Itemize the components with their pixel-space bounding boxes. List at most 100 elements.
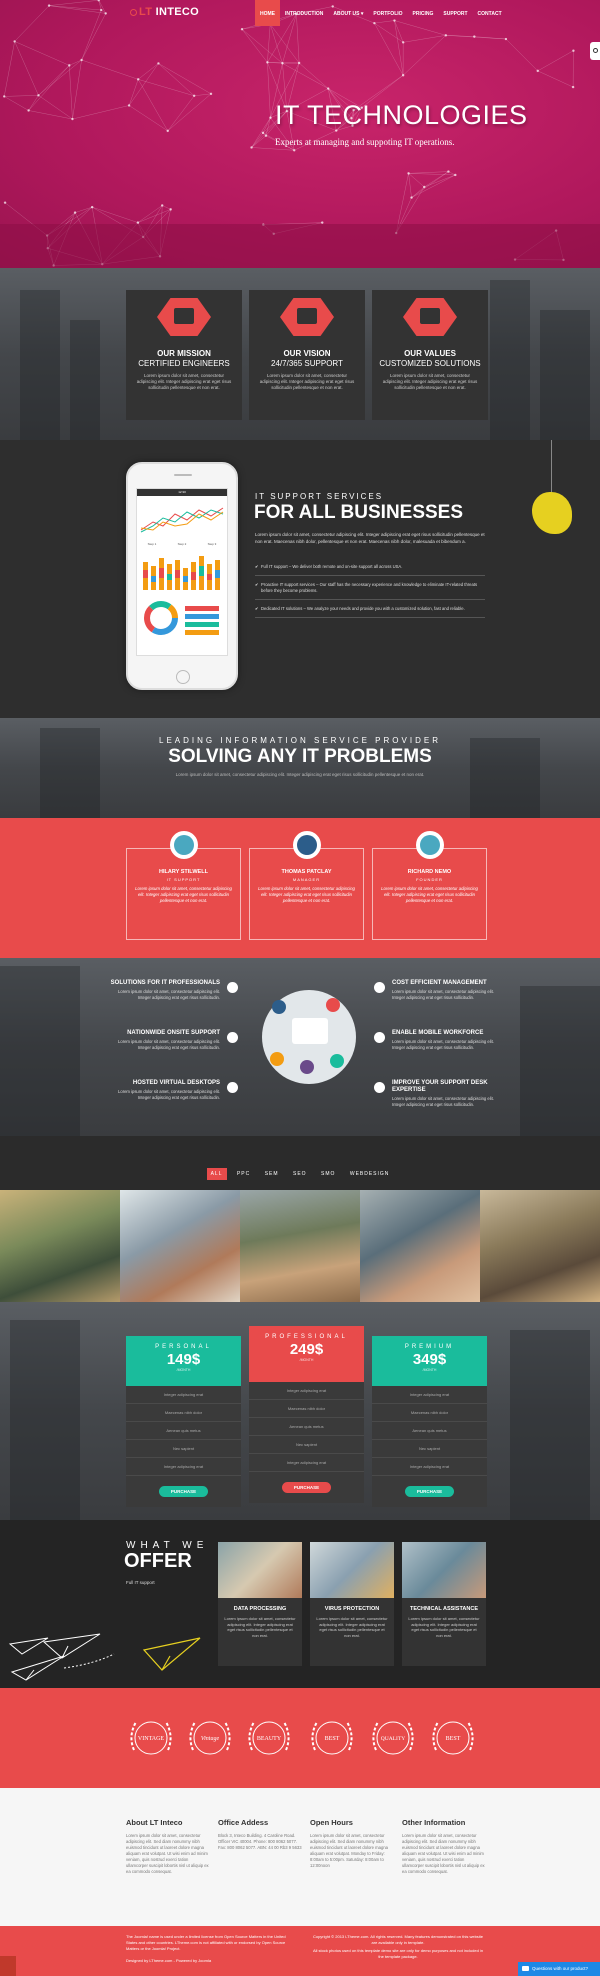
avatar [416, 831, 444, 859]
filter-seo[interactable]: SEO [289, 1168, 311, 1180]
offer-section: WHAT WE OFFER Full IT support DATA PROCE… [0, 1520, 600, 1688]
portfolio-photo[interactable] [360, 1190, 480, 1302]
pricing-header: PROFESSIONAL 249$ /MONTH [249, 1326, 364, 1382]
top-navbar: LT INTECO HOME INTRODUCTION ABOUT US ▾ P… [0, 0, 600, 26]
back-to-top-button[interactable] [0, 1956, 16, 1976]
filter-ppc[interactable]: PPC [233, 1168, 254, 1180]
nav-contact[interactable]: CONTACT [473, 0, 507, 26]
footer-heading: Office Addess [218, 1818, 269, 1827]
feature-title: OUR MISSION [157, 349, 211, 358]
box-icon [403, 298, 457, 336]
chat-icon [522, 1966, 529, 1971]
phone-time: 12:30 [137, 489, 227, 496]
team-name: HILARY STILWELL [159, 869, 208, 875]
pricing-card-personal: PERSONAL 149$ /MONTH Integer adipiscing … [126, 1336, 241, 1507]
plan-name: PERSONAL [155, 1344, 212, 1350]
mobile-icon [374, 1032, 385, 1043]
filter-webdesign[interactable]: WEBDESIGN [346, 1168, 394, 1180]
plan-price: 349$ [412, 1351, 447, 1368]
feature-subtitle: 24/7/365 SUPPORT [271, 359, 343, 368]
laurel-badge-icon: BEAUTY [248, 1721, 290, 1755]
plan-feature: Maecenas nibh dolor [249, 1400, 364, 1418]
team-role: MANAGER [292, 877, 321, 882]
support-overline: IT SUPPORT SERVICES [255, 492, 384, 501]
team-name: THOMAS PATCLAY [281, 869, 332, 875]
portfolio-photo[interactable] [240, 1190, 360, 1302]
offer-image [310, 1542, 394, 1598]
service-text: Lorem ipsum dolor sit amet, consectetur … [118, 1089, 220, 1100]
footer-section: About LT Inteco Lorem ipsum dolor sit am… [0, 1788, 600, 1926]
feature-card-mission: OUR MISSION CERTIFIED ENGINEERS Lorem ip… [126, 290, 242, 420]
step-label: Step 3 [207, 542, 217, 546]
purchase-button[interactable]: PURCHASE [158, 1486, 209, 1497]
plan-feature: Nec sapient [249, 1436, 364, 1454]
feature-title: OUR VALUES [404, 349, 456, 358]
team-card: RICHARD NEMO FOUNDER Lorem ipsum dolor s… [372, 831, 487, 940]
service-item: SOLUTIONS FOR IT PROFESSIONALS Lorem ipsu… [110, 980, 238, 1000]
pricing-header: PREMIUM 349$ /MONTH [372, 1336, 487, 1386]
plan-period: /MONTH [176, 1368, 191, 1372]
purchase-button[interactable]: PURCHASE [281, 1482, 332, 1493]
pricing-card-premium: PREMIUM 349$ /MONTH Integer adipiscing e… [372, 1336, 487, 1507]
portfolio-photo[interactable] [0, 1190, 120, 1302]
portfolio-filter-section: ALL PPC SEM SEO SMO WEBDESIGN [0, 1136, 600, 1190]
nav-pricing[interactable]: PRICING [408, 0, 439, 26]
plan-feature: Aenean quis metus [126, 1422, 241, 1440]
footer-heading: Open Hours [310, 1818, 353, 1827]
service-text: Lorem ipsum dolor sit amet, consectetur … [392, 1039, 494, 1050]
laurel-badge-icon: QUALITY [372, 1721, 414, 1755]
avatar [293, 831, 321, 859]
nav-support[interactable]: SUPPORT [438, 0, 472, 26]
service-text: Lorem ipsum dolor sit amet, consectetur … [118, 1039, 220, 1050]
stock-photo-note: All stock photos used on this template d… [312, 1948, 484, 1959]
plan-price: 249$ [289, 1341, 324, 1358]
nav-portfolio[interactable]: PORTFOLIO [368, 0, 407, 26]
offer-card-title: TECHNICAL ASSISTANCE [409, 1606, 479, 1612]
feature-card-values: OUR VALUES CUSTOMIZED SOLUTIONS Lorem ip… [372, 290, 488, 420]
nav-about-us[interactable]: ABOUT US ▾ [328, 0, 368, 26]
footer-text: Block 3, Inteco Building. 4 Caroline Roa… [218, 1833, 302, 1850]
nav-introduction[interactable]: INTRODUCTION [280, 0, 328, 26]
hero-subtitle: Experts at managing and suppoting IT ope… [275, 137, 455, 147]
service-item: NATIONWIDE ONSITE SUPPORT Lorem ipsum dol… [110, 1030, 238, 1050]
plan-feature: Integer adipiscing erat [372, 1386, 487, 1404]
devices-icon [280, 298, 334, 336]
team-card: THOMAS PATCLAY MANAGER Lorem ipsum dolor… [249, 831, 364, 940]
bar-chart-graphic [143, 556, 220, 590]
settings-tab[interactable] [590, 42, 600, 60]
service-item: IMPROVE YOUR SUPPORT DESK EXPERTISE Lorem… [374, 1080, 502, 1107]
gear-icon [593, 48, 598, 53]
footer-text: Lorem ipsum dolor sit amet, consectetur … [402, 1833, 485, 1874]
line-chart-graphic [140, 507, 224, 533]
laurel-badge-icon: BEST [311, 1721, 353, 1755]
portfolio-photo[interactable] [480, 1190, 600, 1302]
hero-section: LT INTECO HOME INTRODUCTION ABOUT US ▾ P… [0, 0, 600, 268]
plan-period: /MONTH [422, 1368, 437, 1372]
purchase-button[interactable]: PURCHASE [404, 1486, 455, 1497]
badge-label: BEST [446, 1736, 461, 1742]
plan-feature: Integer adipiscing erat [126, 1386, 241, 1404]
service-title: COST EFFICIENT MANAGEMENT [392, 980, 487, 986]
plan-name: PROFESSIONAL [265, 1334, 348, 1340]
designed-by-text[interactable]: Designed by LTheme.com - Powered by Joom… [126, 1958, 296, 1964]
team-role: IT SUPPORT [166, 877, 201, 882]
service-title: SOLUTIONS FOR IT PROFESSIONALS [110, 980, 220, 986]
team-text: Lorem ipsum dolor sit amet, consectetur … [135, 886, 232, 903]
filter-smo[interactable]: SMO [317, 1168, 339, 1180]
support-title: FOR ALL BUSINESSES [254, 502, 464, 523]
team-name: RICHARD NEMO [407, 869, 452, 875]
portfolio-photo[interactable] [120, 1190, 240, 1302]
filter-sem[interactable]: SEM [261, 1168, 283, 1180]
plan-feature: Nec sapient [126, 1440, 241, 1458]
badge-label: VINTAGE [138, 1736, 165, 1742]
plan-feature: Integer adipiscing erat [126, 1458, 241, 1476]
offer-card-text: Lorem ipsum dolor sit amet, consectetur … [408, 1616, 480, 1638]
nav-home[interactable]: HOME [255, 0, 280, 26]
license-text: The Joomla! name is used under a limited… [126, 1934, 286, 1951]
support-list: Full IT support – We deliver both remote… [255, 558, 485, 618]
cloud-icon [227, 982, 238, 993]
feature-text: Lorem ipsum dolor sit amet, consectetur … [259, 373, 355, 390]
site-logo[interactable]: LT INTECO [130, 6, 199, 18]
chat-button[interactable]: Questions with our product? [518, 1962, 600, 1976]
filter-all[interactable]: ALL [206, 1168, 227, 1180]
